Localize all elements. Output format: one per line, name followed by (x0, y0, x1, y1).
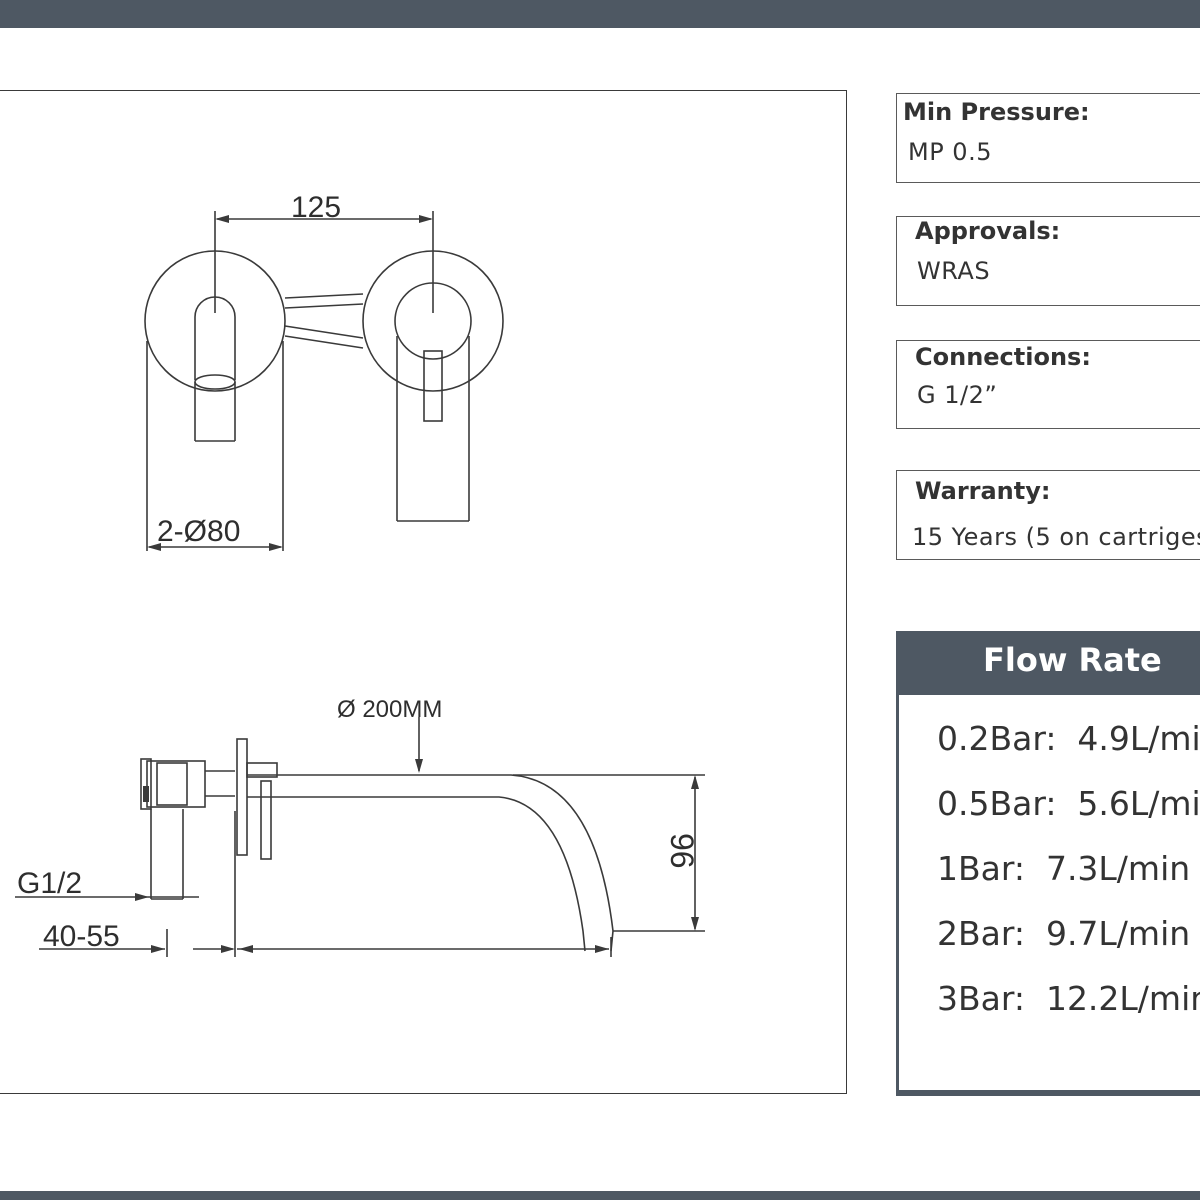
front-view (144, 211, 504, 551)
spout-pipe (247, 774, 614, 952)
spec-min-pressure: Min Pressure: MP 0.5 (896, 93, 1200, 183)
flow-rate-row: 0.5Bar: 5.6L/min (937, 784, 1200, 823)
spec-warranty: Warranty: 15 Years (5 on cartriges) (896, 470, 1200, 560)
top-banner (0, 0, 1200, 28)
wall-plate (236, 738, 248, 856)
dim-spout-label: Ø 200MM (337, 696, 442, 723)
flow-rate-header: Flow Rate (896, 631, 1200, 695)
flow-rate-panel: Flow Rate 0.2Bar: 4.9L/min 0.5Bar: 5.6L/… (896, 631, 1200, 1096)
spec-label: Min Pressure: (903, 98, 1090, 126)
spec-label: Approvals: (915, 217, 1061, 245)
dim-thread-label: G1/2 (17, 867, 82, 900)
spec-approvals: Approvals: WRAS (896, 216, 1200, 306)
technical-drawing: 125 2-Ø80 Ø 200MM G1/2 40-55 96 (0, 90, 847, 1094)
spec-value: WRAS (917, 257, 991, 285)
spec-label: Warranty: (915, 477, 1051, 505)
drawing-canvas: 125 2-Ø80 Ø 200MM G1/2 40-55 96 (15, 191, 705, 957)
bottom-banner (0, 1191, 1200, 1200)
dim-height-label: 96 (664, 833, 700, 869)
flow-rate-row: 3Bar: 12.2L/min (937, 979, 1200, 1018)
spec-value: 15 Years (5 on cartriges) (912, 523, 1200, 551)
spec-connections: Connections: G 1/2” (896, 340, 1200, 429)
spec-label: Connections: (915, 343, 1091, 371)
dim-125-label: 125 (291, 191, 341, 224)
flow-rate-title: Flow Rate (983, 641, 1162, 679)
flow-rate-row: 0.2Bar: 4.9L/min (937, 719, 1200, 758)
dim-diameter-label: 2-Ø80 (157, 515, 240, 548)
dim-depth-label: 40-55 (43, 920, 120, 953)
flow-rate-row: 2Bar: 9.7L/min (937, 914, 1191, 953)
spec-value: G 1/2” (917, 381, 998, 409)
spec-value: MP 0.5 (908, 138, 992, 166)
flow-rate-row: 1Bar: 7.3L/min (937, 849, 1191, 888)
